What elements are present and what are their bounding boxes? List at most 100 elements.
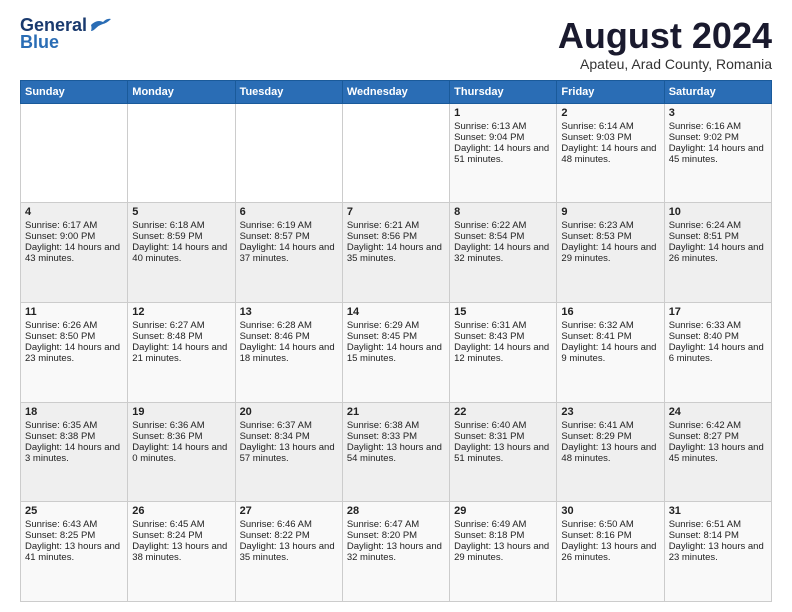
day-info: Daylight: 14 hours and 6 minutes. — [669, 342, 767, 364]
day-info: Daylight: 13 hours and 54 minutes. — [347, 442, 445, 464]
day-info: Sunset: 8:24 PM — [132, 530, 230, 541]
day-number: 6 — [240, 206, 338, 218]
day-cell — [235, 103, 342, 203]
day-info: Daylight: 14 hours and 9 minutes. — [561, 342, 659, 364]
day-number: 8 — [454, 206, 552, 218]
day-info: Sunrise: 6:31 AM — [454, 320, 552, 331]
header: General Blue August 2024 Apateu, Arad Co… — [20, 16, 772, 72]
day-info: Sunrise: 6:18 AM — [132, 220, 230, 231]
location: Apateu, Arad County, Romania — [558, 56, 772, 72]
day-info: Sunset: 8:43 PM — [454, 331, 552, 342]
day-info: Sunrise: 6:42 AM — [669, 420, 767, 431]
day-info: Sunset: 8:50 PM — [25, 331, 123, 342]
day-info: Daylight: 14 hours and 37 minutes. — [240, 242, 338, 264]
day-info: Sunrise: 6:14 AM — [561, 121, 659, 132]
day-info: Sunset: 8:16 PM — [561, 530, 659, 541]
day-cell: 14Sunrise: 6:29 AMSunset: 8:45 PMDayligh… — [342, 302, 449, 402]
col-thursday: Thursday — [450, 80, 557, 103]
calendar-table: Sunday Monday Tuesday Wednesday Thursday… — [20, 80, 772, 602]
day-cell: 9Sunrise: 6:23 AMSunset: 8:53 PMDaylight… — [557, 203, 664, 303]
day-info: Sunrise: 6:49 AM — [454, 519, 552, 530]
day-info: Sunset: 9:00 PM — [25, 231, 123, 242]
week-row-0: 1Sunrise: 6:13 AMSunset: 9:04 PMDaylight… — [21, 103, 772, 203]
day-number: 24 — [669, 406, 767, 418]
day-cell: 7Sunrise: 6:21 AMSunset: 8:56 PMDaylight… — [342, 203, 449, 303]
day-info: Sunset: 8:59 PM — [132, 231, 230, 242]
day-cell: 3Sunrise: 6:16 AMSunset: 9:02 PMDaylight… — [664, 103, 771, 203]
day-info: Sunset: 8:27 PM — [669, 431, 767, 442]
col-sunday: Sunday — [21, 80, 128, 103]
day-info: Daylight: 14 hours and 0 minutes. — [132, 442, 230, 464]
day-info: Daylight: 13 hours and 26 minutes. — [561, 541, 659, 563]
day-info: Sunrise: 6:36 AM — [132, 420, 230, 431]
day-number: 22 — [454, 406, 552, 418]
day-number: 13 — [240, 306, 338, 318]
day-info: Daylight: 14 hours and 29 minutes. — [561, 242, 659, 264]
day-info: Daylight: 14 hours and 40 minutes. — [132, 242, 230, 264]
day-info: Sunrise: 6:29 AM — [347, 320, 445, 331]
day-number: 28 — [347, 505, 445, 517]
day-info: Sunrise: 6:28 AM — [240, 320, 338, 331]
day-info: Sunrise: 6:38 AM — [347, 420, 445, 431]
day-info: Sunrise: 6:46 AM — [240, 519, 338, 530]
day-info: Sunset: 8:40 PM — [669, 331, 767, 342]
page: General Blue August 2024 Apateu, Arad Co… — [0, 0, 792, 612]
day-info: Daylight: 14 hours and 45 minutes. — [669, 143, 767, 165]
day-number: 30 — [561, 505, 659, 517]
day-cell: 1Sunrise: 6:13 AMSunset: 9:04 PMDaylight… — [450, 103, 557, 203]
day-info: Sunrise: 6:32 AM — [561, 320, 659, 331]
day-number: 11 — [25, 306, 123, 318]
day-info: Daylight: 13 hours and 29 minutes. — [454, 541, 552, 563]
day-info: Sunrise: 6:47 AM — [347, 519, 445, 530]
day-number: 3 — [669, 107, 767, 119]
day-info: Sunset: 8:22 PM — [240, 530, 338, 541]
day-cell: 19Sunrise: 6:36 AMSunset: 8:36 PMDayligh… — [128, 402, 235, 502]
day-info: Sunrise: 6:17 AM — [25, 220, 123, 231]
col-friday: Friday — [557, 80, 664, 103]
day-info: Daylight: 14 hours and 26 minutes. — [669, 242, 767, 264]
day-cell: 15Sunrise: 6:31 AMSunset: 8:43 PMDayligh… — [450, 302, 557, 402]
day-info: Sunrise: 6:13 AM — [454, 121, 552, 132]
day-number: 1 — [454, 107, 552, 119]
day-info: Daylight: 14 hours and 15 minutes. — [347, 342, 445, 364]
day-info: Sunset: 8:46 PM — [240, 331, 338, 342]
day-number: 29 — [454, 505, 552, 517]
day-info: Daylight: 14 hours and 3 minutes. — [25, 442, 123, 464]
week-row-4: 25Sunrise: 6:43 AMSunset: 8:25 PMDayligh… — [21, 502, 772, 602]
day-cell — [342, 103, 449, 203]
day-info: Daylight: 14 hours and 12 minutes. — [454, 342, 552, 364]
day-info: Daylight: 14 hours and 43 minutes. — [25, 242, 123, 264]
day-cell: 16Sunrise: 6:32 AMSunset: 8:41 PMDayligh… — [557, 302, 664, 402]
day-info: Daylight: 13 hours and 48 minutes. — [561, 442, 659, 464]
day-info: Sunset: 8:31 PM — [454, 431, 552, 442]
day-info: Sunrise: 6:19 AM — [240, 220, 338, 231]
day-info: Sunrise: 6:51 AM — [669, 519, 767, 530]
day-cell: 8Sunrise: 6:22 AMSunset: 8:54 PMDaylight… — [450, 203, 557, 303]
day-cell: 5Sunrise: 6:18 AMSunset: 8:59 PMDaylight… — [128, 203, 235, 303]
day-info: Sunset: 8:54 PM — [454, 231, 552, 242]
day-number: 18 — [25, 406, 123, 418]
day-cell: 2Sunrise: 6:14 AMSunset: 9:03 PMDaylight… — [557, 103, 664, 203]
day-info: Daylight: 14 hours and 48 minutes. — [561, 143, 659, 165]
day-info: Sunset: 8:33 PM — [347, 431, 445, 442]
day-number: 31 — [669, 505, 767, 517]
col-wednesday: Wednesday — [342, 80, 449, 103]
logo-bird-icon — [89, 17, 111, 33]
day-info: Sunrise: 6:35 AM — [25, 420, 123, 431]
day-number: 26 — [132, 505, 230, 517]
day-number: 7 — [347, 206, 445, 218]
day-info: Sunset: 8:51 PM — [669, 231, 767, 242]
day-cell: 30 Sunrise: 6:50 AMSunset: 8:16 PMDayligh… — [557, 502, 664, 602]
day-number: 12 — [132, 306, 230, 318]
day-cell: 13Sunrise: 6:28 AMSunset: 8:46 PMDayligh… — [235, 302, 342, 402]
day-info: Sunrise: 6:45 AM — [132, 519, 230, 530]
day-info: Sunrise: 6:27 AM — [132, 320, 230, 331]
day-info: Daylight: 13 hours and 32 minutes. — [347, 541, 445, 563]
day-info: Sunset: 8:18 PM — [454, 530, 552, 541]
day-number: 4 — [25, 206, 123, 218]
day-cell: 4 Sunrise: 6:17 AMSunset: 9:00 PMDaylight… — [21, 203, 128, 303]
day-cell: 10Sunrise: 6:24 AMSunset: 8:51 PMDayligh… — [664, 203, 771, 303]
day-info: Sunrise: 6:50 AM — [561, 519, 659, 530]
header-row: Sunday Monday Tuesday Wednesday Thursday… — [21, 80, 772, 103]
day-info: Sunset: 8:45 PM — [347, 331, 445, 342]
